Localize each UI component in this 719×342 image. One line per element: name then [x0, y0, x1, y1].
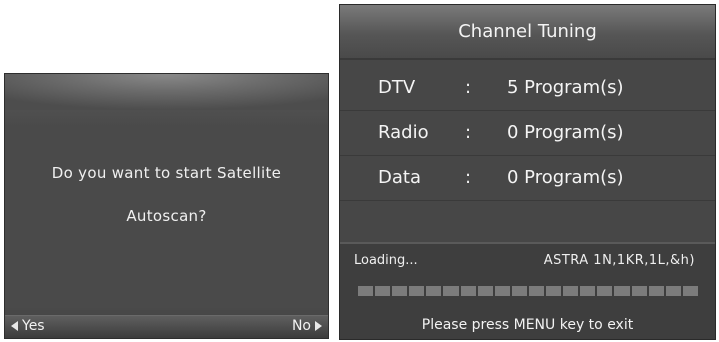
dialog-header-band: [5, 74, 328, 110]
loading-status: Loading...: [354, 253, 418, 268]
progress-segment: [409, 286, 425, 296]
progress-segment: [511, 286, 527, 296]
scan-progress-bar: [358, 286, 698, 296]
progress-segment: [528, 286, 545, 296]
row-label: DTV: [378, 77, 416, 98]
dialog-message-line2: Autoscan?: [126, 207, 207, 225]
tuning-row-data: Data : 0 Program(s): [340, 157, 715, 201]
progress-segment: [375, 286, 391, 296]
progress-segment: [426, 286, 442, 296]
autoscan-dialog: Do you want to start Satellite Autoscan?…: [4, 73, 329, 339]
dialog-message-line1: Do you want to start Satellite: [51, 164, 282, 182]
row-colon: :: [465, 77, 472, 98]
tuning-row-empty: [340, 202, 715, 242]
progress-segment: [580, 286, 596, 296]
page-title: Channel Tuning: [458, 21, 597, 42]
progress-segment: [358, 286, 374, 296]
panel-header: Channel Tuning: [340, 5, 715, 60]
row-colon: :: [465, 167, 472, 188]
row-value: 5 Program(s): [507, 77, 624, 98]
progress-segment: [443, 286, 459, 296]
tuning-row-radio: Radio : 0 Program(s): [340, 112, 715, 156]
arrow-left-icon: [11, 321, 18, 331]
progress-segment: [494, 286, 510, 296]
no-label: No: [291, 318, 311, 334]
satellite-name: ASTRA 1N,1KR,1L,&h): [543, 253, 695, 268]
arrow-right-icon: [315, 321, 322, 331]
progress-segment: [563, 286, 579, 296]
tuning-row-dtv: DTV : 5 Program(s): [340, 67, 715, 111]
progress-segment: [460, 286, 476, 296]
progress-segment: [597, 286, 613, 296]
progress-segment: [477, 286, 493, 296]
progress-segment: [682, 286, 698, 296]
yes-button[interactable]: Yes: [11, 318, 45, 334]
row-value: 0 Program(s): [507, 122, 624, 143]
row-label: Radio: [378, 122, 429, 143]
channel-tuning-panel: Channel Tuning DTV : 5 Program(s) Radio …: [339, 4, 716, 340]
exit-hint: Please press MENU key to exit: [421, 317, 634, 333]
progress-segment: [648, 286, 664, 296]
progress-segment: [392, 286, 408, 296]
progress-segment: [631, 286, 647, 296]
no-button[interactable]: No: [292, 318, 322, 334]
row-label: Data: [378, 167, 421, 188]
row-value: 0 Program(s): [507, 167, 624, 188]
status-area: Loading... ASTRA 1N,1KR,1L,&h) Please pr…: [340, 242, 715, 339]
dialog-button-bar: Yes No: [5, 315, 328, 338]
yes-label: Yes: [22, 318, 45, 334]
row-colon: :: [465, 122, 472, 143]
progress-segment: [614, 286, 630, 296]
progress-segment: [665, 286, 681, 296]
progress-segment: [546, 286, 562, 296]
